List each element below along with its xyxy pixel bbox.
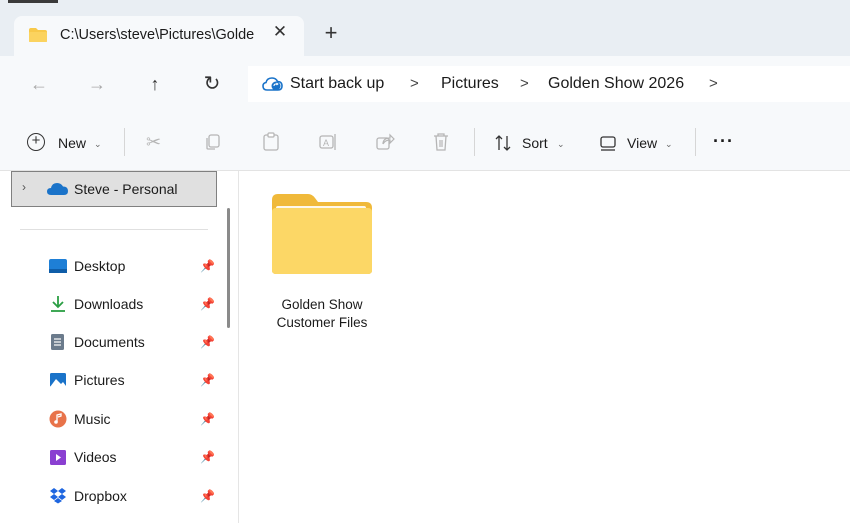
music-icon [49,410,67,428]
copy-icon[interactable] [204,133,222,151]
sidebar-item-desktop[interactable]: Desktop [74,258,125,274]
tab-title: C:\Users\steve\Pictures\Golde [60,27,255,43]
new-tab-button[interactable]: + [320,22,342,44]
share-icon[interactable] [375,132,395,152]
breadcrumb-golden-show-2026[interactable]: Golden Show 2026 [548,75,684,93]
view-icon[interactable] [599,134,617,152]
pin-icon[interactable]: 📌 [200,489,215,503]
new-plus-icon[interactable]: + [27,133,45,151]
delete-icon[interactable] [432,132,450,152]
pin-icon[interactable]: 📌 [200,373,215,387]
folder-name-line-1: Golden Show [281,297,363,312]
chevron-down-icon[interactable]: ⌄ [665,139,673,150]
forward-button[interactable]: → [82,69,112,99]
sidebar-item-label: Steve - Personal [74,181,178,197]
sidebar-item-music[interactable]: Music [74,411,111,427]
breadcrumb-start-back-up[interactable]: Start back up [290,75,384,93]
window-top-edge [8,0,58,3]
pin-icon[interactable]: 📌 [200,259,215,273]
sidebar-item-downloads[interactable]: Downloads [74,296,143,312]
toolbar-divider [124,128,125,156]
folder-label[interactable]: Golden Show Customer Files [262,296,382,332]
chevron-down-icon[interactable]: ⌄ [557,139,565,150]
sidebar-scrollbar[interactable] [227,208,230,328]
folder-icon[interactable] [270,192,374,276]
toolbar-divider [474,128,475,156]
svg-text:A: A [323,138,329,148]
sort-button[interactable]: Sort [522,135,548,151]
close-icon[interactable]: ✕ [270,22,290,42]
folder-name-line-2: Customer Files [276,315,368,330]
new-button[interactable]: New [58,135,86,151]
toolbar-divider [695,128,696,156]
pin-icon[interactable]: 📌 [200,335,215,349]
pin-icon[interactable]: 📌 [200,412,215,426]
view-button[interactable]: View [627,135,657,151]
chevron-down-icon[interactable]: ⌄ [94,139,102,150]
sidebar-item-documents[interactable]: Documents [74,334,145,350]
breadcrumb-separator[interactable]: > [410,75,419,92]
videos-icon [50,450,66,465]
document-icon [51,334,64,350]
pictures-icon [50,373,66,387]
cut-icon[interactable]: ✂ [146,132,161,153]
breadcrumb-separator[interactable]: > [520,75,529,92]
folder-icon [29,28,47,42]
sort-icon[interactable] [494,134,514,152]
chevron-right-icon[interactable]: › [22,180,26,194]
onedrive-cloud-icon [47,183,68,195]
desktop-icon [49,259,67,273]
rename-icon[interactable]: A [318,132,338,152]
sidebar-item-pictures[interactable]: Pictures [74,372,125,388]
cloud-sync-icon [262,77,283,91]
pin-icon[interactable]: 📌 [200,297,215,311]
sidebar-divider [20,229,208,230]
dropbox-icon [50,488,66,504]
back-button[interactable]: ← [24,69,54,99]
pin-icon[interactable]: 📌 [200,450,215,464]
paste-icon[interactable] [262,132,280,152]
sidebar-item-dropbox[interactable]: Dropbox [74,488,127,504]
more-options-button[interactable]: ··· [713,131,734,152]
breadcrumb-separator[interactable]: > [709,75,718,92]
breadcrumb-pictures[interactable]: Pictures [441,75,499,93]
refresh-button[interactable]: ↻ [197,69,227,99]
sidebar-item-videos[interactable]: Videos [74,449,117,465]
up-button[interactable]: ↑ [140,69,170,99]
download-icon [51,296,65,312]
